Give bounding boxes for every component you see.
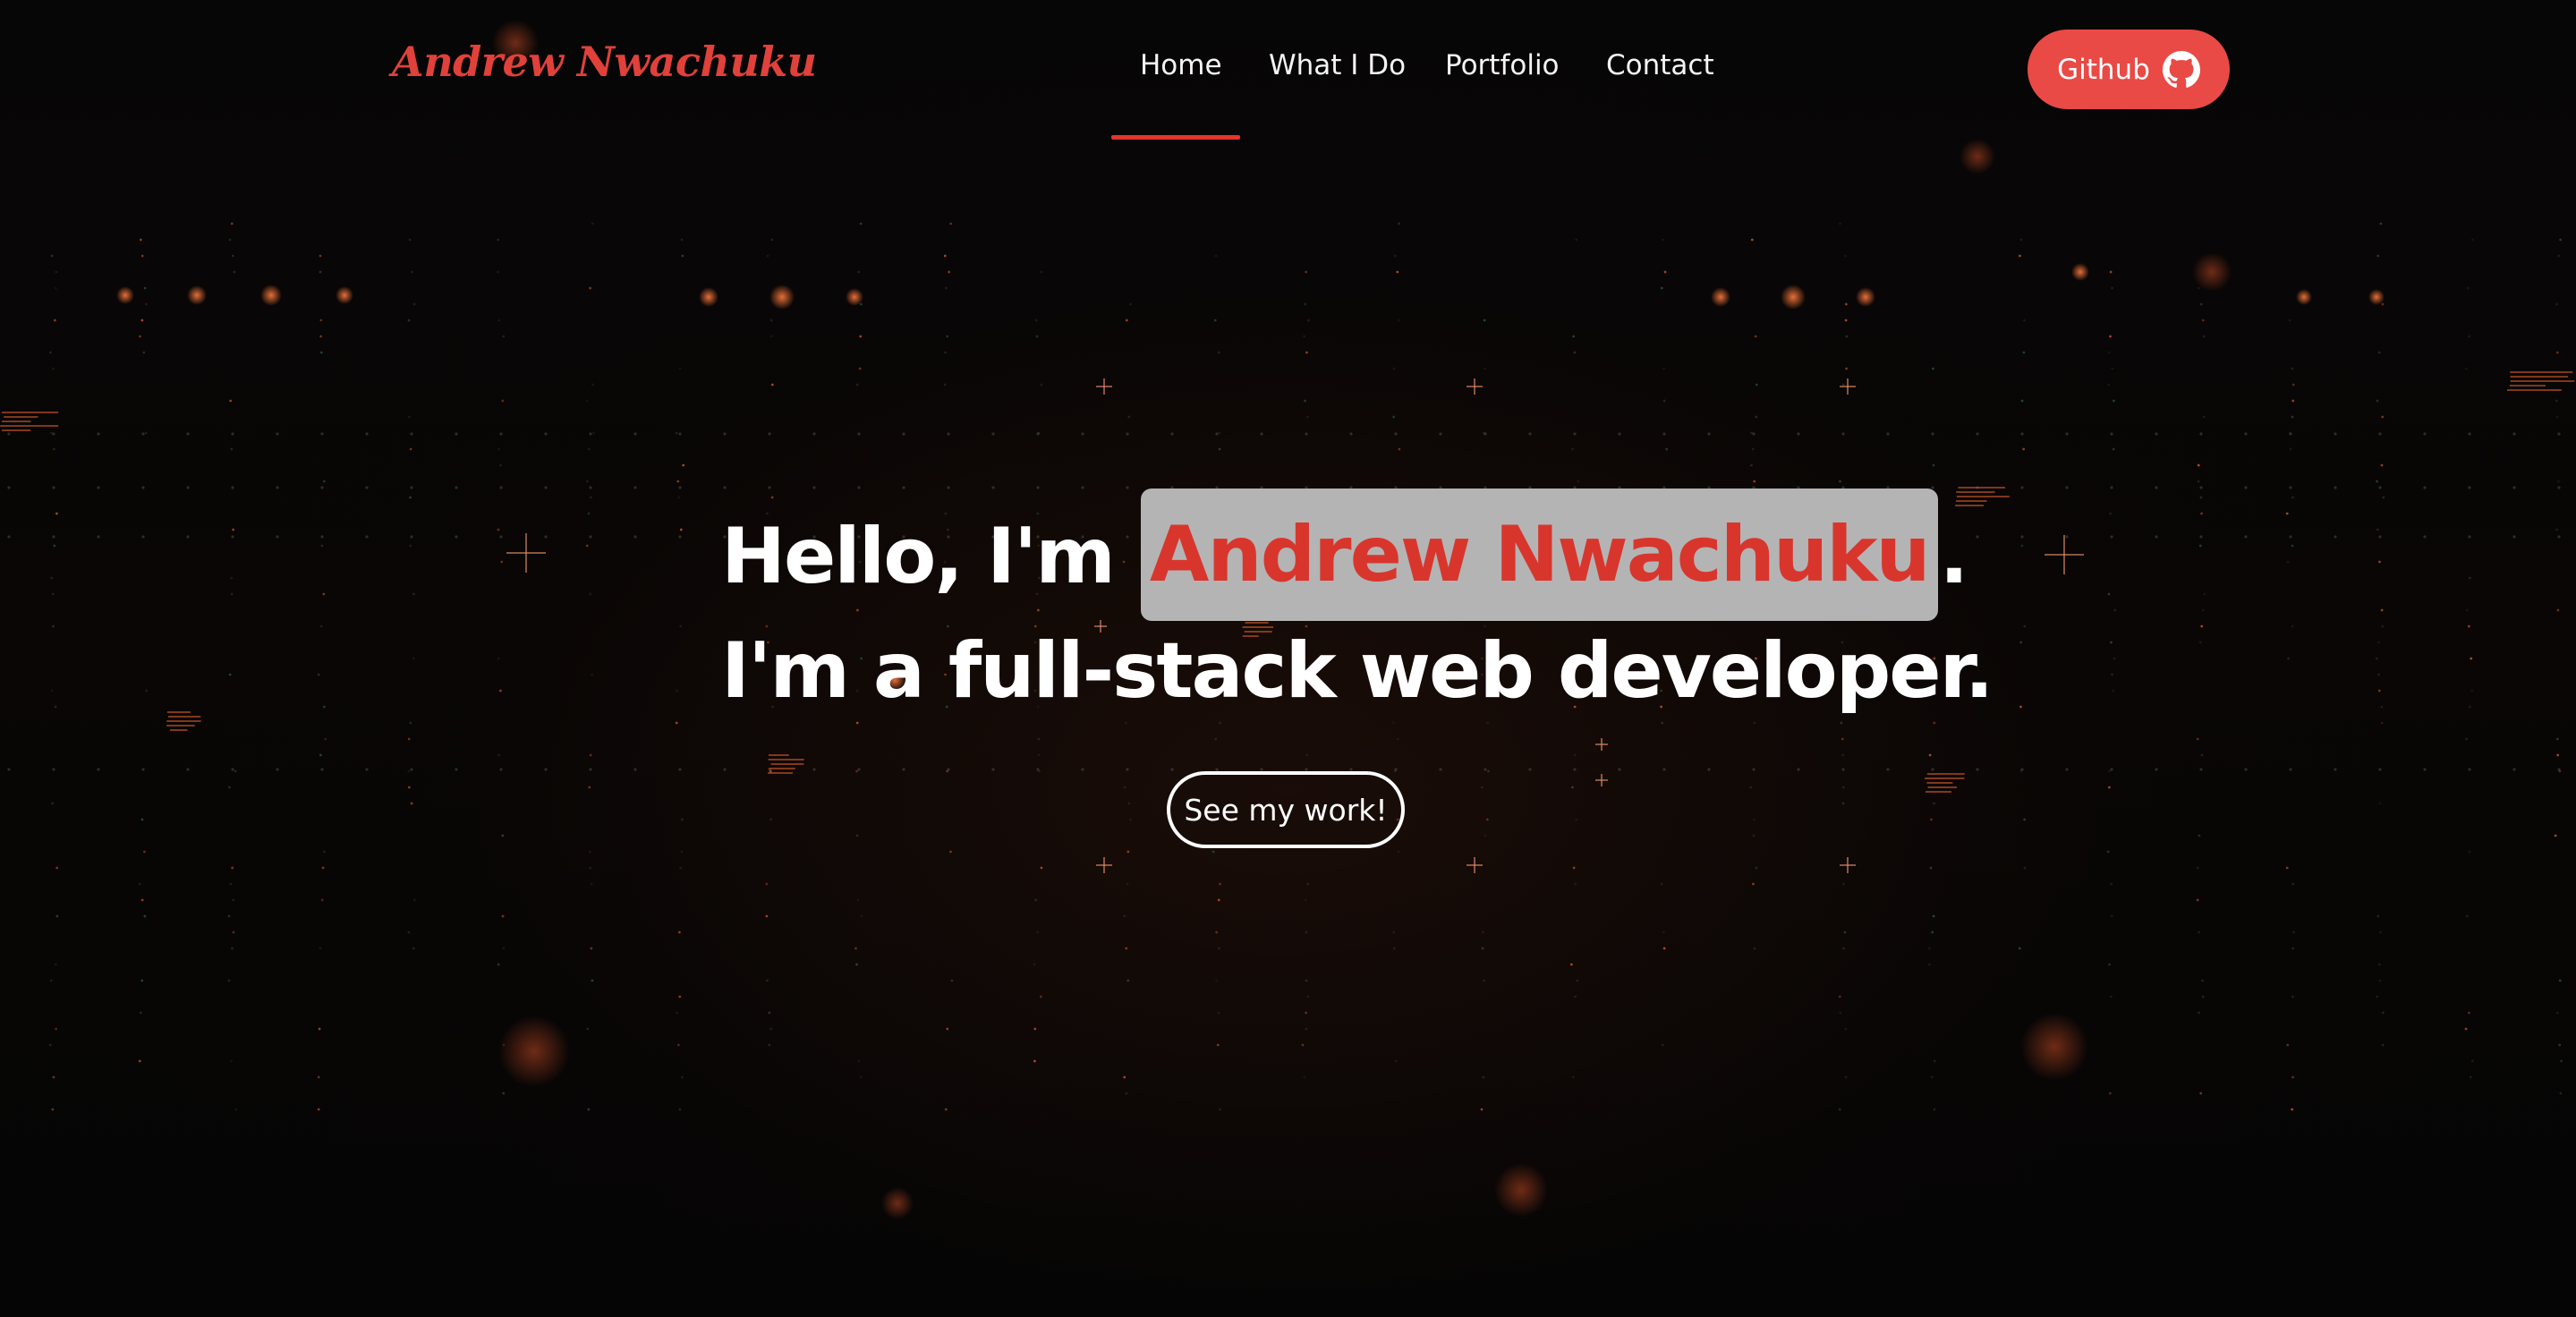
hero-name-highlight: Andrew Nwachuku — [1140, 489, 1938, 621]
hero-section: Hello, I'm Andrew Nwachuku. I'm a full-s… — [0, 0, 2576, 1317]
page: Andrew Nwachuku Home What I Do Portfolio… — [0, 0, 2576, 1317]
hero-greeting-prefix: Hello, I'm — [721, 512, 1139, 601]
hero-greeting: Hello, I'm Andrew Nwachuku. — [721, 489, 1969, 623]
see-my-work-button[interactable]: See my work! — [1167, 771, 1405, 848]
hero-tagline: I'm a full-stack web developer. — [721, 626, 1994, 716]
hero-greeting-suffix: . — [1939, 512, 1969, 601]
